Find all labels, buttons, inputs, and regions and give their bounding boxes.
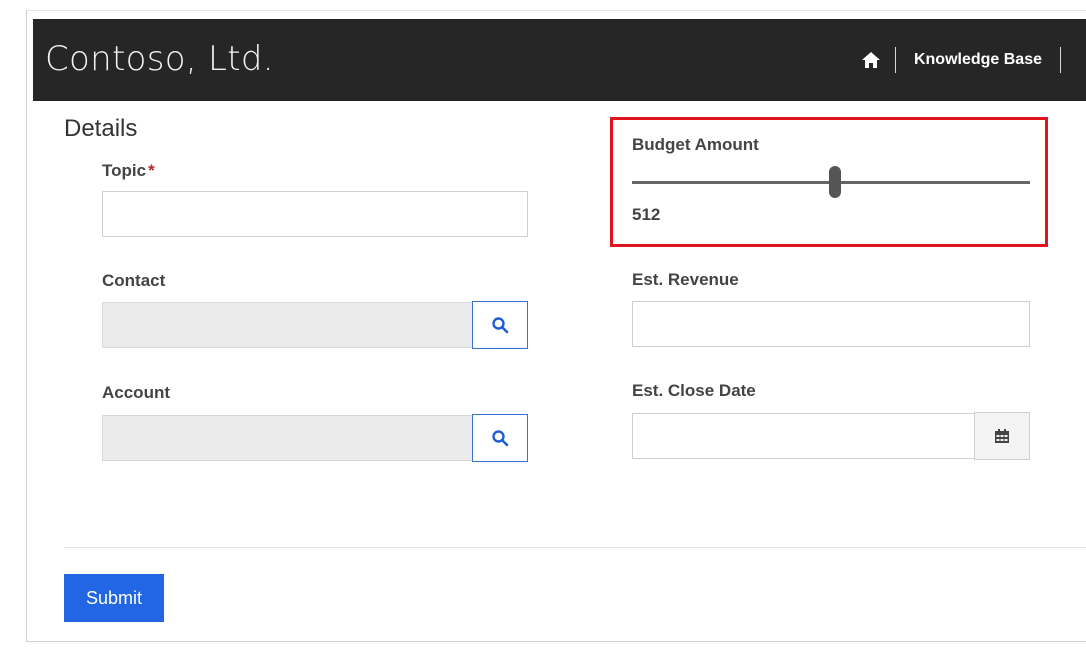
revenue-label: Est. Revenue	[632, 270, 739, 289]
site-header: Contoso, Ltd. Knowledge Base	[33, 19, 1086, 101]
budget-value: 512	[632, 205, 661, 224]
topic-label: Topic *	[102, 161, 155, 181]
close-date-label: Est. Close Date	[632, 381, 756, 400]
topic-label-text: Topic	[102, 161, 147, 180]
calendar-icon	[995, 429, 1009, 443]
form-divider	[64, 547, 1086, 548]
contact-label: Contact	[102, 271, 166, 290]
brand-title[interactable]: Contoso, Ltd.	[45, 39, 274, 79]
nav-separator-end	[1060, 47, 1061, 73]
home-icon	[861, 52, 880, 68]
budget-slider-thumb[interactable]	[828, 166, 841, 198]
section-title: Details	[64, 115, 138, 142]
submit-button[interactable]: Submit	[64, 574, 164, 622]
search-icon	[492, 317, 509, 334]
topic-input[interactable]	[102, 191, 528, 237]
required-mark: *	[148, 161, 155, 180]
contact-field[interactable]	[102, 302, 473, 348]
top-nav: Knowledge Base	[847, 19, 1086, 101]
account-lookup-button[interactable]	[472, 414, 528, 462]
contact-lookup-button[interactable]	[472, 301, 528, 349]
budget-label: Budget Amount	[632, 135, 759, 154]
account-label: Account	[102, 383, 170, 402]
search-icon	[492, 430, 509, 447]
calendar-button[interactable]	[974, 412, 1030, 460]
account-field[interactable]	[102, 415, 473, 461]
close-date-input[interactable]	[632, 413, 975, 459]
portal-frame: Contoso, Ltd. Knowledge Base Details Top…	[26, 10, 1086, 642]
revenue-input[interactable]	[632, 301, 1030, 347]
home-link[interactable]	[847, 45, 895, 75]
knowledge-base-link[interactable]: Knowledge Base	[896, 51, 1060, 69]
